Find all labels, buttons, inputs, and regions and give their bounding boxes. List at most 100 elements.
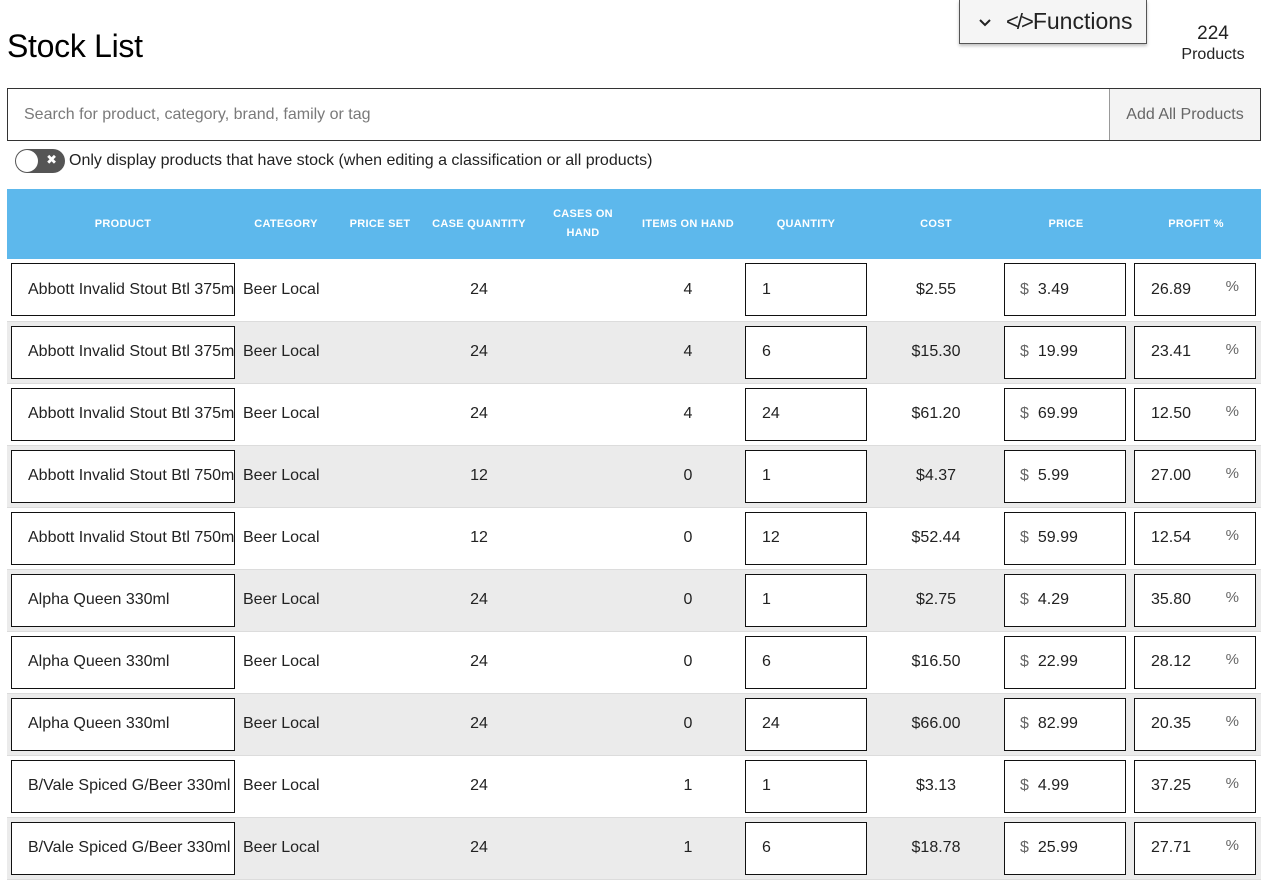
product-cell: Alpha Queen 330ml xyxy=(7,569,239,631)
product-name: Abbott Invalid Stout Btl 750ml xyxy=(28,467,235,484)
profit-cell: 12.50% xyxy=(1131,383,1261,445)
table-header-row: PRODUCT CATEGORY PRICE SET CASE QUANTITY… xyxy=(7,189,1261,259)
product-name-field[interactable]: Abbott Invalid Stout Btl 375ml xyxy=(11,263,235,317)
header-profit[interactable]: PROFIT % xyxy=(1131,189,1261,259)
profit-input[interactable]: 27.71% xyxy=(1134,821,1256,875)
profit-input[interactable]: 37.25% xyxy=(1134,759,1256,813)
stock-only-label: Only display products that have stock (w… xyxy=(69,152,653,169)
price-input[interactable]: $5.99 xyxy=(1004,449,1126,503)
product-name: Abbott Invalid Stout Btl 375ml xyxy=(28,280,235,298)
cases-on-hand-cell xyxy=(531,259,635,321)
items-on-hand-cell: 1 xyxy=(683,839,693,856)
percent-symbol: % xyxy=(1225,712,1239,730)
profit-input[interactable]: 23.41% xyxy=(1134,325,1256,379)
profit-value: 23.41 xyxy=(1151,343,1192,360)
product-name-field[interactable]: B/Vale Spiced G/Beer 330ml xyxy=(11,759,235,813)
category-cell: Beer Local xyxy=(243,839,320,856)
quantity-cell: 6 xyxy=(741,631,871,693)
functions-button[interactable]: </> Functions xyxy=(959,0,1147,44)
price-value: 4.99 xyxy=(1037,777,1070,794)
product-name-field[interactable]: Alpha Queen 330ml xyxy=(11,697,235,751)
quantity-input[interactable]: 6 xyxy=(745,635,867,689)
cases-on-hand-cell xyxy=(531,631,635,693)
quantity-input[interactable]: 24 xyxy=(745,697,867,751)
toggle-knob xyxy=(16,150,38,172)
product-name-field[interactable]: Abbott Invalid Stout Btl 750ml xyxy=(11,449,235,503)
price-cell: $5.99 xyxy=(1001,445,1131,507)
cases-on-hand-cell xyxy=(531,383,635,445)
price-input[interactable]: $59.99 xyxy=(1004,511,1126,565)
quantity-input[interactable]: 12 xyxy=(745,511,867,565)
product-name-field[interactable]: Abbott Invalid Stout Btl 375ml xyxy=(11,325,235,379)
code-icon: </> xyxy=(1006,8,1034,34)
price-input[interactable]: $3.49 xyxy=(1004,263,1126,317)
product-name-field[interactable]: Abbott Invalid Stout Btl 750ml xyxy=(11,511,235,565)
currency-symbol: $ xyxy=(1020,591,1029,608)
product-name-field[interactable]: Alpha Queen 330ml xyxy=(11,635,235,689)
price-value: 22.99 xyxy=(1037,653,1078,670)
price-input[interactable]: $19.99 xyxy=(1004,325,1126,379)
price-set-cell xyxy=(333,383,427,445)
quantity-input[interactable]: 6 xyxy=(745,325,867,379)
quantity-input[interactable]: 1 xyxy=(745,759,867,813)
category-cell: Beer Local xyxy=(243,405,320,422)
quantity-cell: 6 xyxy=(741,321,871,383)
header-quantity[interactable]: QUANTITY xyxy=(741,189,871,259)
header-price-set[interactable]: PRICE SET xyxy=(333,189,427,259)
table-row: Alpha Queen 330ml Beer Local 24 0 1 $2.75 $4.2… xyxy=(7,569,1261,631)
header-category[interactable]: CATEGORY xyxy=(239,189,333,259)
profit-input[interactable]: 28.12% xyxy=(1134,635,1256,689)
price-input[interactable]: $25.99 xyxy=(1004,821,1126,875)
stock-only-toggle[interactable]: ✖ xyxy=(15,149,65,173)
profit-cell: 28.12% xyxy=(1131,631,1261,693)
product-name-field[interactable]: Abbott Invalid Stout Btl 375ml xyxy=(11,387,235,441)
quantity-input[interactable]: 1 xyxy=(745,449,867,503)
profit-input[interactable]: 35.80% xyxy=(1134,573,1256,627)
currency-symbol: $ xyxy=(1020,653,1029,670)
table-row: B/Vale Spiced G/Beer 330ml Beer Local 24 1 6… xyxy=(7,817,1261,879)
quantity-input[interactable]: 1 xyxy=(745,573,867,627)
quantity-input[interactable]: 1 xyxy=(745,263,867,317)
items-on-hand-cell: 0 xyxy=(683,467,693,484)
header-product[interactable]: PRODUCT xyxy=(7,189,239,259)
quantity-input[interactable]: 24 xyxy=(745,387,867,441)
header-cases-on-hand[interactable]: CASES ON HAND xyxy=(531,189,635,259)
product-count-label: Products xyxy=(1181,46,1245,63)
percent-symbol: % xyxy=(1225,402,1239,420)
header-price[interactable]: PRICE xyxy=(1001,189,1131,259)
items-on-hand-cell: 1 xyxy=(683,777,693,794)
header-cost[interactable]: COST xyxy=(871,189,1001,259)
price-set-cell xyxy=(333,693,427,755)
product-cell: Alpha Queen 330ml xyxy=(7,631,239,693)
profit-input[interactable]: 27.00% xyxy=(1134,449,1256,503)
price-input[interactable]: $4.99 xyxy=(1004,759,1126,813)
table-row: Abbott Invalid Stout Btl 375ml Beer Local… xyxy=(7,259,1261,321)
price-value: 59.99 xyxy=(1037,529,1078,546)
price-cell: $19.99 xyxy=(1001,321,1131,383)
price-set-cell xyxy=(333,817,427,879)
cases-on-hand-cell xyxy=(531,693,635,755)
product-name-field[interactable]: Alpha Queen 330ml xyxy=(11,573,235,627)
price-input[interactable]: $82.99 xyxy=(1004,697,1126,751)
search-input[interactable] xyxy=(8,89,1109,140)
page-title: Stock List xyxy=(7,28,143,64)
product-cell: B/Vale Spiced G/Beer 330ml xyxy=(7,817,239,879)
profit-value: 28.12 xyxy=(1151,653,1192,670)
cases-on-hand-cell xyxy=(531,755,635,817)
profit-input[interactable]: 12.50% xyxy=(1134,387,1256,441)
product-cell: Abbott Invalid Stout Btl 375ml xyxy=(7,383,239,445)
add-all-products-button[interactable]: Add All Products xyxy=(1109,89,1260,140)
header-items-on-hand[interactable]: ITEMS ON HAND xyxy=(635,189,741,259)
profit-input[interactable]: 12.54% xyxy=(1134,511,1256,565)
price-input[interactable]: $4.29 xyxy=(1004,573,1126,627)
profit-input[interactable]: 26.89% xyxy=(1134,263,1256,317)
cost-cell: $61.20 xyxy=(911,405,961,422)
percent-symbol: % xyxy=(1225,836,1239,854)
product-name-field[interactable]: B/Vale Spiced G/Beer 330ml xyxy=(11,821,235,875)
profit-input[interactable]: 20.35% xyxy=(1134,697,1256,751)
price-input[interactable]: $22.99 xyxy=(1004,635,1126,689)
case-quantity-cell: 12 xyxy=(470,467,488,484)
quantity-input[interactable]: 6 xyxy=(745,821,867,875)
price-input[interactable]: $69.99 xyxy=(1004,387,1126,441)
header-case-quantity[interactable]: CASE QUANTITY xyxy=(427,189,531,259)
